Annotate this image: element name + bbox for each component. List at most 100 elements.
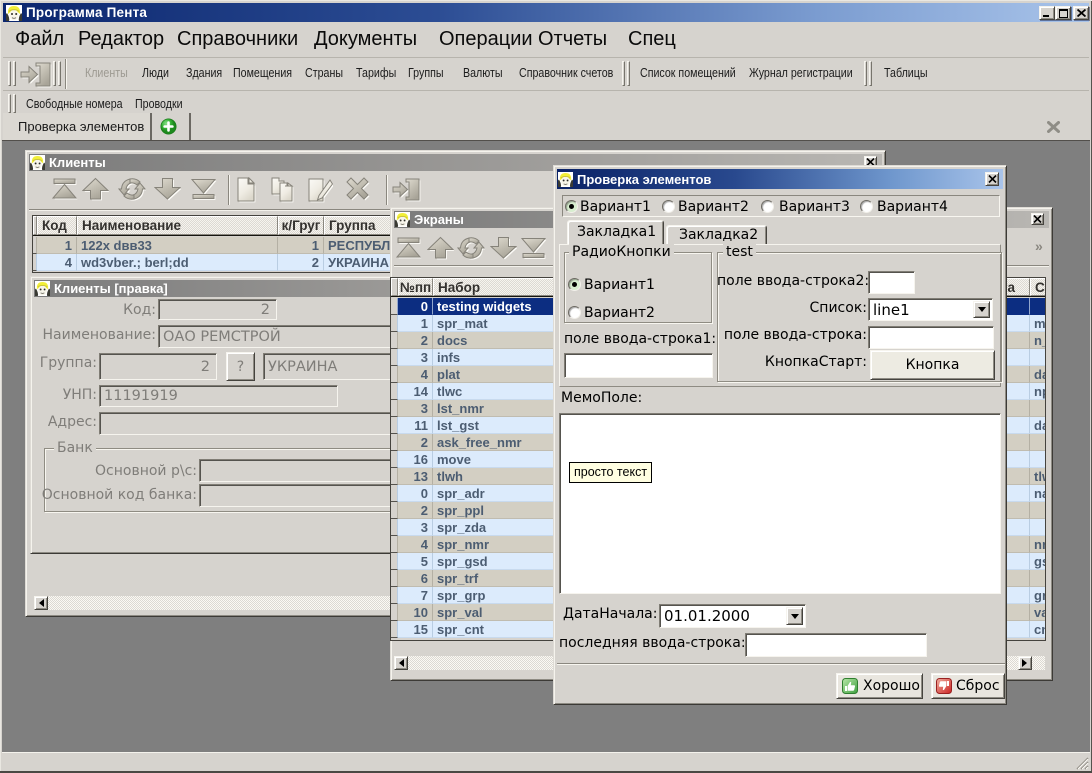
group-num-input[interactable]: 2	[99, 353, 217, 380]
combo-dropdown-button[interactable]	[973, 301, 990, 318]
clients-column-header[interactable]: Код	[37, 216, 77, 235]
screens-nav-up-icon[interactable]	[427, 236, 454, 265]
group-lookup-button[interactable]: ?	[226, 352, 255, 381]
check-dialog-close-button[interactable]	[985, 172, 999, 186]
check-dialog: Проверка элементовВариант1Вариант2Вариан…	[553, 165, 1007, 705]
start-button[interactable]: Кнопка	[870, 350, 995, 380]
clients-copy-icon[interactable]	[270, 177, 296, 208]
thumbs-up-icon	[842, 678, 858, 694]
menu-item-4[interactable]: Документы	[314, 28, 417, 51]
screens-column-header[interactable]: Событие	[1030, 278, 1046, 296]
clients-column-header[interactable]: к/Груг	[278, 216, 324, 235]
toolbar-button-таблицы[interactable]: Таблицы	[884, 65, 928, 80]
screens-nav-refresh-icon[interactable]	[457, 236, 485, 266]
dropdown-arrow-icon	[978, 307, 986, 316]
form-label: Адрес:	[33, 414, 97, 430]
tabstrip-close-button[interactable]	[1041, 116, 1065, 137]
unp-input[interactable]: 11191919	[99, 385, 338, 407]
menu-item-2[interactable]: Редактор	[78, 28, 164, 51]
menu-item-5[interactable]: Операции	[439, 28, 533, 51]
scroll-right-button[interactable]	[1018, 656, 1032, 670]
scroll-left-button[interactable]	[34, 596, 48, 610]
screens-column-header[interactable]: №пп	[398, 278, 433, 296]
maximize-button[interactable]	[1055, 6, 1071, 20]
toolbar-button-страны[interactable]: Страны	[305, 65, 343, 80]
toolbar-grip[interactable]	[622, 61, 625, 86]
screens-window-close-button[interactable]	[1031, 213, 1044, 225]
clients-nav-up-icon[interactable]	[82, 177, 109, 206]
menu-item-7[interactable]: Спец	[628, 28, 676, 51]
toolbar-button-справочник-счетов[interactable]: Справочник счетов	[519, 65, 613, 80]
check-dialog-title-bar[interactable]: Проверка элементов	[557, 169, 1003, 189]
clients-nav-down-icon[interactable]	[154, 177, 181, 206]
toolbar-grip[interactable]	[13, 94, 16, 113]
menu-item-3[interactable]: Справочники	[177, 28, 298, 51]
variant-radio-3[interactable]	[761, 200, 774, 213]
toolbar-button-помещения[interactable]: Помещения	[233, 65, 292, 80]
variant-radio-1[interactable]	[565, 200, 578, 213]
screens-extra-cell	[1030, 519, 1046, 536]
toolbar-button-клиенты[interactable]: Клиенты	[85, 65, 128, 80]
toolbar-grip[interactable]	[8, 94, 11, 113]
kod-input[interactable]: 2	[158, 299, 277, 320]
toolbar-chevron-icon[interactable]: »	[1035, 238, 1043, 254]
scroll-left-button[interactable]	[394, 656, 408, 670]
variant-radio-4[interactable]	[860, 200, 873, 213]
clients-nav-refresh-icon[interactable]	[118, 177, 146, 207]
memo-field[interactable]	[559, 413, 1001, 594]
toolbar-button-тарифы[interactable]: Тарифы	[356, 65, 396, 80]
menu-item-6[interactable]: Отчеты	[538, 28, 607, 51]
form-label: Наименование:	[36, 327, 156, 343]
toolbar-grip[interactable]	[864, 61, 867, 86]
toolbar-button-здания[interactable]: Здания	[186, 65, 222, 80]
input2-field[interactable]	[868, 271, 915, 294]
main-title-bar[interactable]: Программа Пента	[3, 3, 1089, 22]
menu-item-1[interactable]: Файл	[15, 28, 64, 51]
dialog-tab-2[interactable]: Закладка2	[666, 225, 767, 245]
clients-nav-first-icon[interactable]	[51, 177, 78, 206]
variant-radio-2[interactable]	[662, 200, 675, 213]
screens-nav-first-icon[interactable]	[395, 236, 422, 265]
screens-nav-down-icon[interactable]	[490, 236, 517, 265]
close-button[interactable]	[1073, 6, 1089, 20]
toolbar-grip[interactable]	[869, 61, 872, 86]
tab-proverka[interactable]: Проверка элементов	[3, 113, 152, 140]
group-radio-1[interactable]	[568, 278, 581, 291]
ok-button[interactable]: Хорошо	[836, 673, 923, 699]
toolbar-button-1[interactable]: Свободные номера	[26, 96, 123, 111]
toolbar-button-список-помещений[interactable]: Список помещений	[640, 65, 736, 80]
toolbar-button-журнал-регистрации[interactable]: Журнал регистрации	[749, 65, 853, 80]
toolbar-grip[interactable]	[8, 61, 11, 86]
toolbar-button-люди[interactable]: Люди	[142, 65, 169, 80]
toolbar-grip[interactable]	[58, 61, 61, 86]
clients-nav-last-icon[interactable]	[190, 177, 217, 206]
resize-grip[interactable]	[1075, 756, 1089, 770]
toolbar-button-валюты[interactable]: Валюты	[463, 65, 503, 80]
toolbar-grip[interactable]	[627, 61, 630, 86]
clients-column-header[interactable]: Наименование	[77, 216, 278, 235]
toolbar-button-группы[interactable]: Группы	[408, 65, 444, 80]
group-radio-2[interactable]	[568, 306, 581, 319]
input3-field[interactable]	[868, 326, 994, 349]
list-combobox[interactable]: line1	[868, 298, 993, 321]
screens-num-cell: 7	[398, 587, 433, 604]
new-tab-button[interactable]	[154, 113, 191, 140]
minimize-button[interactable]	[1039, 6, 1055, 20]
toolbar-button-2[interactable]: Проводки	[135, 96, 183, 111]
clients-edit-icon[interactable]	[306, 177, 333, 208]
dialog-tab-1[interactable]: Закладка1	[567, 220, 664, 245]
date-dropdown-button[interactable]	[786, 607, 803, 625]
clients-exit-icon[interactable]	[391, 177, 421, 207]
date-combobox[interactable]: 01.01.2000	[659, 604, 806, 628]
clients-newdoc-icon[interactable]	[234, 177, 258, 208]
screens-nav-last-icon[interactable]	[520, 236, 547, 265]
reset-button[interactable]: Сброс	[931, 673, 1005, 699]
exit-door-icon[interactable]	[19, 61, 53, 93]
toolbar-grip[interactable]	[13, 61, 16, 86]
last-input-field[interactable]	[745, 633, 927, 657]
clients-del-icon[interactable]	[344, 177, 371, 206]
input-value: 2	[163, 300, 270, 319]
screens-extra-cell: nr	[1030, 536, 1046, 553]
input1-field[interactable]	[564, 353, 713, 378]
toolbar-grip[interactable]	[53, 61, 56, 86]
